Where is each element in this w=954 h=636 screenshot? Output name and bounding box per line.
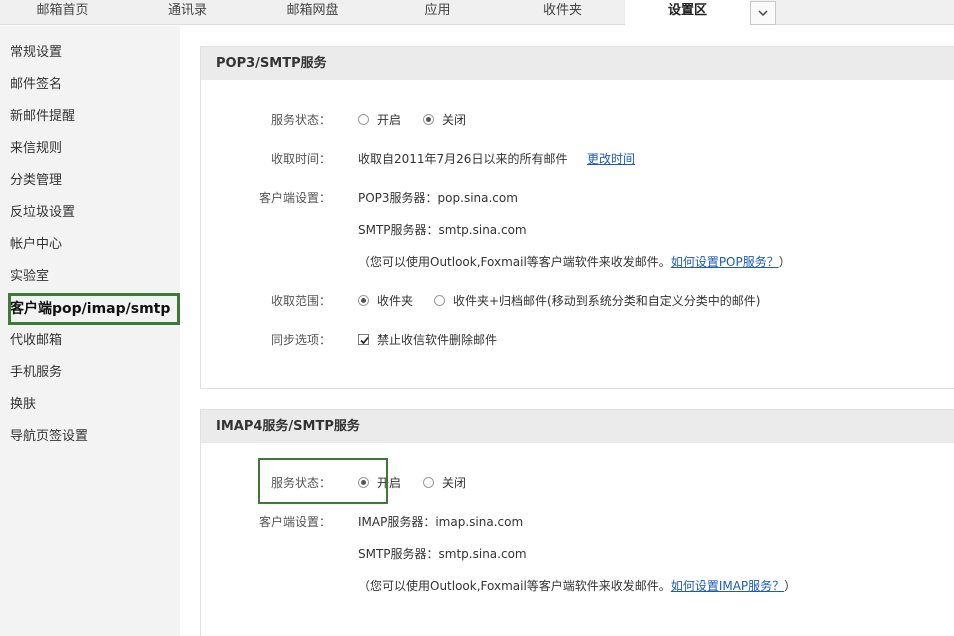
range-inbox-label: 收件夹 — [377, 294, 414, 308]
sidebar-item-categories[interactable]: 分类管理 — [0, 165, 180, 197]
tab-net-disk[interactable]: 邮箱网盘 — [250, 0, 375, 25]
checkmark-icon — [360, 336, 369, 345]
sidebar-item-skin[interactable]: 换肤 — [0, 389, 180, 421]
fetch-time-label: 收取时间： — [270, 152, 331, 166]
imap-client-label: 客户端设置： — [258, 515, 331, 529]
pop3-client-label: 客户端设置： — [258, 191, 331, 205]
imap-server: IMAP服务器：imap.sina.com — [358, 515, 524, 529]
pop3-smtp-server: SMTP服务器：smtp.sina.com — [358, 223, 527, 237]
sidebar-item-lab[interactable]: 实验室 — [0, 261, 180, 293]
sidebar-item-rules[interactable]: 来信规则 — [0, 133, 180, 165]
imap-hint-text: （您可以使用Outlook,Foxmail等客户端软件来收发邮件。 — [358, 579, 671, 593]
tab-folders[interactable]: 收件夹 — [500, 0, 625, 25]
sidebar-item-general[interactable]: 常规设置 — [0, 37, 180, 69]
range-inbox-archive-radio[interactable] — [434, 295, 445, 306]
fetch-range-label: 收取范围： — [270, 294, 331, 308]
top-nav: 邮箱首页 通讯录 邮箱网盘 应用 收件夹 设置区 — [0, 0, 954, 26]
range-inbox[interactable]: 收件夹 — [358, 292, 413, 309]
sync-no-delete-label: 禁止收信软件删除邮件 — [377, 333, 498, 347]
sidebar-item-nav-tabs[interactable]: 导航页签设置 — [0, 421, 180, 453]
sync-options-label: 同步选项： — [270, 333, 331, 347]
pop3-status-on-label: 开启 — [377, 113, 402, 127]
more-tabs-dropdown[interactable] — [750, 1, 776, 25]
pop3-status-off-radio[interactable] — [423, 114, 434, 125]
sidebar-item-account-center[interactable]: 帐户中心 — [0, 229, 180, 261]
pop3-status-label: 服务状态： — [270, 113, 331, 127]
sync-no-delete[interactable]: 禁止收信软件删除邮件 — [358, 331, 497, 348]
sidebar-item-mobile-service[interactable]: 手机服务 — [0, 357, 180, 389]
sidebar-item-signature[interactable]: 邮件签名 — [0, 69, 180, 101]
imap-status-off-label: 关闭 — [442, 476, 467, 490]
tab-mail-home[interactable]: 邮箱首页 — [0, 0, 125, 25]
tab-contacts[interactable]: 通讯录 — [125, 0, 250, 25]
pop3-status-on-radio[interactable] — [358, 114, 369, 125]
imap-status-off[interactable]: 关闭 — [423, 474, 466, 491]
imap-smtp-server: SMTP服务器：smtp.sina.com — [358, 547, 527, 561]
range-inbox-radio[interactable] — [358, 295, 369, 306]
sync-no-delete-checkbox[interactable] — [358, 334, 369, 345]
change-time-link[interactable]: 更改时间 — [587, 150, 635, 167]
pop3-status-off-label: 关闭 — [442, 113, 467, 127]
pop3-status-off[interactable]: 关闭 — [423, 111, 466, 128]
imap-status-on[interactable]: 开启 — [358, 474, 401, 491]
imap-status-label: 服务状态： — [270, 476, 331, 490]
settings-sidebar: 常规设置 邮件签名 新邮件提醒 来信规则 分类管理 反垃圾设置 帐户中心 实验室… — [0, 26, 180, 636]
imap-status-on-label: 开启 — [377, 476, 402, 490]
imap-help-link[interactable]: 如何设置IMAP服务？ — [671, 579, 784, 593]
chevron-down-icon — [758, 10, 768, 17]
imap-status-off-radio[interactable] — [423, 477, 434, 488]
imap-hint: （您可以使用Outlook,Foxmail等客户端软件来收发邮件。如何设置IMA… — [358, 577, 796, 594]
sidebar-item-fetch-mailbox[interactable]: 代收邮箱 — [0, 325, 180, 357]
imap-smtp-panel: IMAP4服务/SMTP服务 服务状态： 开启 关闭 客户端设置： IMAP服务… — [200, 409, 954, 636]
pop3-hint: （您可以使用Outlook,Foxmail等客户端软件来收发邮件。如何设置POP… — [358, 253, 791, 270]
sidebar-item-new-mail-alert[interactable]: 新邮件提醒 — [0, 101, 180, 133]
pop3-hint-close: ） — [778, 255, 791, 269]
pop3-panel-title: POP3/SMTP服务 — [201, 47, 954, 80]
imap-hint-close: ） — [784, 579, 797, 593]
pop3-smtp-panel: POP3/SMTP服务 服务状态： 开启 关闭 收取时间： 收取自2011年7月… — [200, 46, 954, 389]
fetch-time-value: 收取自2011年7月26日以来的所有邮件 — [358, 152, 568, 166]
tab-settings[interactable]: 设置区 — [625, 0, 750, 26]
pop3-server: POP3服务器：pop.sina.com — [358, 191, 518, 205]
pop3-hint-text: （您可以使用Outlook,Foxmail等客户端软件来收发邮件。 — [358, 255, 671, 269]
pop3-status-on[interactable]: 开启 — [358, 111, 401, 128]
imap-status-on-radio[interactable] — [358, 477, 369, 488]
sidebar-item-anti-spam[interactable]: 反垃圾设置 — [0, 197, 180, 229]
tab-apps[interactable]: 应用 — [375, 0, 500, 25]
imap-panel-title: IMAP4服务/SMTP服务 — [201, 410, 954, 443]
pop3-help-link[interactable]: 如何设置POP服务？ — [671, 255, 779, 269]
range-inbox-archive[interactable]: 收件夹+归档邮件(移动到系统分类和自定义分类中的邮件) — [434, 292, 760, 309]
sidebar-item-client-pop-imap-smtp[interactable]: 客户端pop/imap/smtp — [0, 293, 180, 325]
range-inbox-archive-label: 收件夹+归档邮件(移动到系统分类和自定义分类中的邮件) — [453, 294, 761, 308]
